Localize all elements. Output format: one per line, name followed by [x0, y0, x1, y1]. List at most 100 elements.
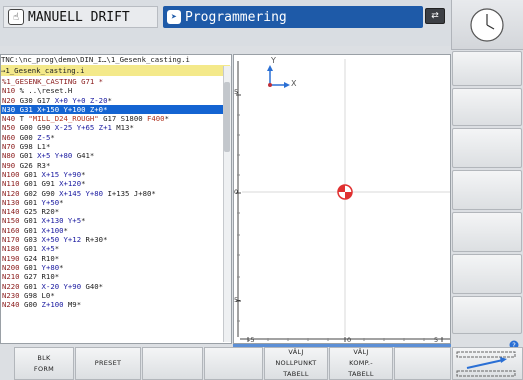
program-token: G02 G90: [23, 188, 60, 198]
program-token: N180: [2, 244, 24, 254]
program-token: Z+100: [41, 300, 68, 310]
program-token: M13: [116, 123, 130, 133]
program-token: X+120: [59, 179, 82, 189]
softkey-preset[interactable]: PRESET: [75, 347, 141, 380]
program-token: *: [54, 207, 60, 217]
program-token: *: [164, 114, 169, 124]
program-line[interactable]: N210 G27 R10*: [1, 272, 223, 281]
program-line[interactable]: N230 G98 L0*: [1, 291, 223, 300]
program-line[interactable]: N170 G03 X+50 Y+12 R+30*: [1, 235, 223, 244]
program-line[interactable]: N20 G30 G17 X+0 Y+0 Z-20*: [1, 96, 223, 105]
program-line[interactable]: N10 % ..\reset.H: [1, 86, 223, 95]
program-token: Z-5: [37, 132, 51, 142]
program-line[interactable]: N90 G26 R3*: [1, 161, 223, 170]
vertical-softkey-7[interactable]: [452, 296, 522, 334]
mode-tab-programming-label: Programmering: [185, 9, 287, 25]
program-line[interactable]: N220 G01 X-20 Y+90 G40*: [1, 282, 223, 291]
mode-tab-manual[interactable]: ☝ MANUELL DRIFT: [3, 6, 158, 28]
mode-tab-programming[interactable]: ➤ Programmering: [163, 6, 423, 28]
program-line[interactable]: N160 G01 X+100*: [1, 226, 223, 235]
program-line[interactable]: N60 G00 Z-5*: [1, 133, 223, 142]
softkey-blk-form[interactable]: BLK FORM: [14, 347, 74, 380]
help-icon[interactable]: ?: [508, 335, 520, 350]
program-line[interactable]: N40 T "MILL_D24_ROUGH" G17 S1800 F400*: [1, 114, 223, 123]
softkey-comp-line3: TABELL: [348, 370, 374, 378]
program-token: % ..\reset.H: [19, 86, 73, 96]
program-token: Y+80: [41, 262, 60, 272]
program-line[interactable]: N190 G24 R10*: [1, 254, 223, 263]
vertical-softkey-5[interactable]: [452, 212, 522, 252]
program-line[interactable]: N50 G00 G90 X-25 Y+65 Z+1 M13*: [1, 123, 223, 132]
softkey-7[interactable]: [394, 347, 451, 380]
program-token: *: [98, 281, 104, 291]
softkey-comp-line1: VÄLJ: [353, 348, 369, 356]
program-token: N40: [2, 114, 20, 124]
program-line[interactable]: N100 G01 X+15 Y+90*: [1, 170, 223, 179]
program-line[interactable]: N80 G01 X+5 Y+80 G41*: [1, 151, 223, 160]
program-file-name: →1_Gesenk_casting.i: [1, 65, 230, 76]
program-token: X+15: [41, 169, 64, 179]
program-token: G01: [23, 197, 42, 207]
program-token: "MILL_D24_ROUGH": [28, 114, 104, 124]
program-line[interactable]: N70 G98 L1*: [1, 142, 223, 151]
program-token: N20: [2, 95, 20, 105]
program-lines[interactable]: %1_GESENK_CASTING G71 * N10 % ..\reset.H N…: [1, 77, 223, 343]
program-line[interactable]: N240 G00 Z+100 M9*: [1, 300, 223, 309]
program-token: G25 R20: [23, 207, 55, 217]
program-token: G27 R10: [23, 272, 55, 282]
program-line[interactable]: N130 G01 Y+50*: [1, 198, 223, 207]
program-line[interactable]: N110 G01 G91 X+120*: [1, 179, 223, 188]
softkey-blk-form-line2: FORM: [33, 364, 55, 373]
graphics-panel[interactable]: Y X 5 0 5- -5 0 5: [233, 54, 451, 344]
program-token: G40: [85, 281, 99, 291]
program-token: G31: [19, 104, 38, 114]
clock-panel: [451, 0, 523, 50]
program-line[interactable]: N30 G31 X+150 Y+100 Z+0*: [1, 104, 223, 115]
program-token: N110: [2, 179, 24, 189]
softkey-datum-line1: VÄLJ: [288, 348, 304, 356]
edit-program-icon: ➤: [167, 10, 181, 24]
program-token: *: [103, 104, 108, 114]
screen-switch-button[interactable]: ⇄: [425, 8, 445, 24]
program-line[interactable]: N140 G25 R20*: [1, 207, 223, 216]
program-line[interactable]: %1_GESENK_CASTING G71 *: [1, 77, 223, 86]
program-token: *: [50, 132, 55, 142]
program-scrollbar-thumb[interactable]: [224, 82, 230, 152]
vertical-softkey-1[interactable]: [452, 51, 522, 86]
vertical-softkey-3[interactable]: [452, 128, 522, 168]
softkey-select-comp-table[interactable]: VÄLJ KOMP.- TABELL: [329, 347, 393, 380]
softkey-4[interactable]: [204, 347, 263, 380]
program-token: G01: [23, 281, 42, 291]
program-token: X+145: [59, 188, 86, 198]
program-token: *: [81, 216, 86, 226]
program-line[interactable]: N200 G01 Y+80*: [1, 263, 223, 272]
program-token: X+130: [41, 216, 68, 226]
program-token: Z+1: [98, 123, 117, 133]
program-token: X+100: [41, 225, 64, 235]
softkey-3[interactable]: [142, 347, 203, 380]
program-token: G24 R10: [23, 253, 55, 263]
program-token: *: [107, 95, 112, 105]
softkey-preset-label: PRESET: [94, 359, 122, 367]
softkey-row-switch[interactable]: [452, 347, 523, 380]
vertical-softkey-6[interactable]: [452, 254, 522, 294]
program-token: N70: [2, 142, 20, 152]
program-token: I+135 J+80: [107, 188, 152, 198]
graphics-canvas: [236, 59, 450, 342]
bottom-ruler-mid-label: 0: [347, 336, 352, 344]
program-line[interactable]: N150 G01 X+130 Y+5*: [1, 216, 223, 225]
program-token: *: [89, 151, 95, 161]
clock-icon: [470, 8, 504, 42]
program-token: N30: [2, 104, 20, 114]
softkey-comp-line2: KOMP.-: [349, 359, 373, 367]
program-token: *: [81, 169, 86, 179]
vertical-softkey-4[interactable]: [452, 170, 522, 210]
program-line[interactable]: N180 G01 X+5*: [1, 244, 223, 253]
program-token: G30 G17: [19, 95, 55, 105]
program-token: Z+0: [89, 104, 104, 114]
program-token: Y+80: [54, 151, 77, 161]
vertical-softkey-2[interactable]: [452, 88, 522, 126]
y-axis-label: Y: [271, 56, 276, 65]
program-line[interactable]: N120 G02 G90 X+145 Y+80 I+135 J+80*: [1, 189, 223, 198]
softkey-select-datum-table[interactable]: VÄLJ NOLLPUNKT TABELL: [264, 347, 328, 380]
